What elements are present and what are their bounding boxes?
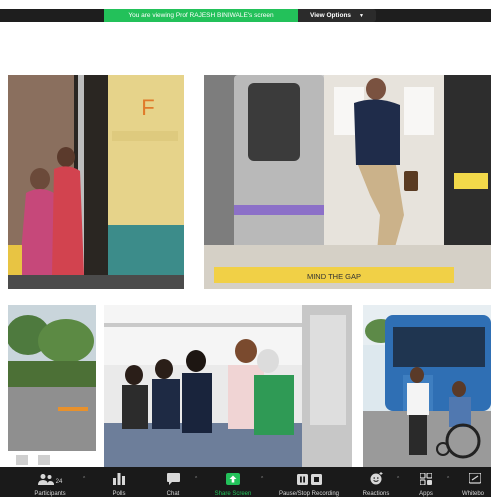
- apps-icon: [420, 473, 432, 485]
- chat-button[interactable]: Chat: [156, 467, 190, 497]
- mind-the-gap-text: MIND THE GAP: [307, 272, 361, 281]
- apps-button[interactable]: Apps: [410, 467, 442, 497]
- share-screen-button[interactable]: Share Screen: [206, 467, 260, 497]
- stop-recording-icon: [310, 474, 322, 485]
- polls-label: Polls: [112, 491, 126, 497]
- share-screen-label: Share Screen: [214, 491, 252, 497]
- view-options-label: View Options: [309, 12, 352, 19]
- photo-metro-door: MIND THE GAP: [204, 75, 491, 289]
- meeting-toolbar: 24 Participants ⌃ Polls Chat ⌃ Share Scr…: [0, 467, 491, 497]
- pause-stop-recording-label: Pause/Stop Recording: [278, 491, 340, 497]
- participants-caret-icon[interactable]: ⌃: [82, 476, 86, 482]
- photo-boarding-train: F: [8, 75, 184, 289]
- chat-caret-icon[interactable]: ⌃: [194, 476, 198, 482]
- apps-label: Apps: [419, 491, 433, 497]
- chat-icon: [166, 473, 180, 485]
- view-options-button[interactable]: View Options ▼: [298, 9, 376, 22]
- chat-label: Chat: [166, 491, 180, 497]
- photo-wheelchair-bus: [363, 305, 491, 467]
- pause-recording-icon: [296, 474, 308, 485]
- photo-station-road: [8, 305, 96, 467]
- whiteboard-button[interactable]: Whitebo: [458, 467, 491, 497]
- chevron-down-icon: ▼: [359, 12, 364, 19]
- reactions-caret-icon[interactable]: ⌃: [396, 476, 400, 482]
- photo-seated-passengers: [104, 305, 352, 467]
- viewing-screen-text: You are viewing Prof RAJESH BINIWALE's s…: [128, 12, 274, 19]
- participants-button[interactable]: 24 Participants: [22, 467, 78, 497]
- share-screen-caret-icon[interactable]: ⌃: [260, 476, 264, 482]
- reactions-button[interactable]: Reactions: [356, 467, 396, 497]
- whiteboard-icon: [468, 473, 481, 484]
- whiteboard-label: Whitebo: [462, 491, 485, 497]
- polls-icon: [113, 473, 125, 485]
- viewing-screen-banner: You are viewing Prof RAJESH BINIWALE's s…: [104, 9, 298, 22]
- participants-count: 24: [55, 479, 63, 485]
- pause-stop-recording-button[interactable]: Pause/Stop Recording: [266, 467, 352, 497]
- share-screen-icon: [226, 473, 240, 485]
- polls-button[interactable]: Polls: [102, 467, 136, 497]
- train-car-letter: F: [141, 95, 154, 120]
- participants-icon: [37, 474, 54, 485]
- reactions-label: Reactions: [362, 491, 390, 497]
- apps-caret-icon[interactable]: ⌃: [446, 476, 450, 482]
- participants-label: Participants: [34, 491, 66, 497]
- reactions-icon: [370, 472, 382, 485]
